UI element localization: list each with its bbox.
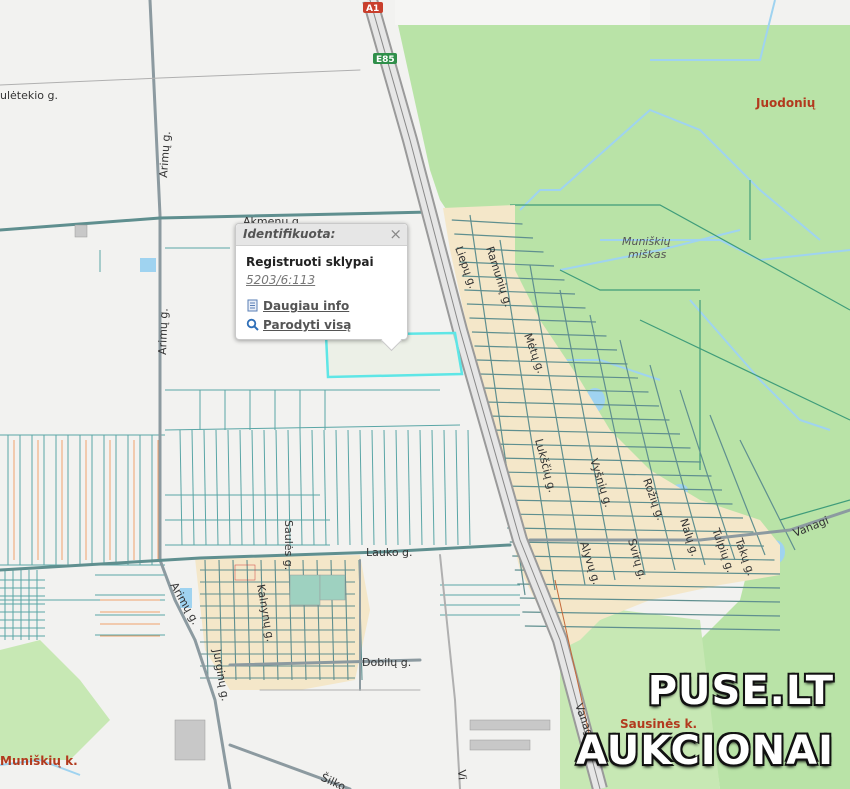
place-label-juodoniu: Juodonių <box>755 96 816 110</box>
place-label-muniskiu-k: Muniškių k. <box>0 754 78 768</box>
road-shield-e85-label: E85 <box>376 55 395 65</box>
document-icon <box>247 299 258 312</box>
place-label-muniskiu-miskas: miškas <box>628 248 667 261</box>
street-label: ulėtekio g. <box>0 89 58 102</box>
popup-layer-name: Registruoti sklypai <box>246 255 374 269</box>
road-shield-a1: A1 <box>363 2 383 14</box>
watermark-line-2: AUKCIONAI <box>576 728 834 774</box>
popup-title: Identifikuota: <box>243 227 336 241</box>
show-all-label: Parodyti visą <box>263 318 352 332</box>
watermark-line-1: PUSE.LT <box>647 668 834 714</box>
popup-header: Identifikuota: × <box>236 224 407 246</box>
street-label: Vi <box>455 769 469 780</box>
street-label: Lauko g. <box>366 546 413 559</box>
street-label: Dobilų g. <box>362 656 411 669</box>
close-icon[interactable]: × <box>389 225 402 243</box>
street-label: Saulės g. <box>282 520 295 570</box>
parcel-code-link[interactable]: 5203/6:113 <box>246 273 315 287</box>
magnifier-icon <box>246 318 259 331</box>
place-label-muniskiu-miskas: Muniškių <box>622 235 671 248</box>
street-label: Arimų g. <box>156 308 171 355</box>
road-shield-e85: E85 <box>373 53 397 65</box>
show-all-link[interactable]: Parodyti visą <box>246 318 351 332</box>
more-info-label: Daugiau info <box>263 299 350 313</box>
more-info-link[interactable]: Daugiau info <box>246 299 349 313</box>
road-shield-a1-label: A1 <box>366 4 379 14</box>
identify-popup: Identifikuota: × Registruoti sklypai 520… <box>235 223 408 352</box>
